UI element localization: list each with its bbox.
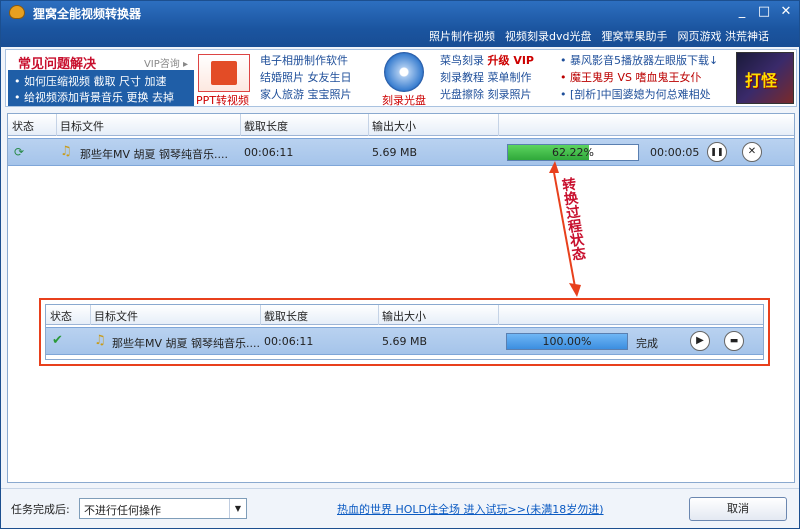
done-file-name: 那些年MV 胡夏 钢琴纯音乐.... bbox=[112, 337, 260, 350]
news-link-2[interactable]: • 魔王鬼男 VS 嗜血鬼王女仆 bbox=[560, 69, 718, 86]
burn-upgrade-link[interactable]: 升级 VIP bbox=[488, 54, 535, 67]
col-duration: 截取长度 bbox=[264, 310, 308, 323]
done-progress-text: 100.00% bbox=[542, 335, 592, 348]
play-button[interactable]: ▶ bbox=[690, 331, 710, 351]
task-progress-text: 62.22% bbox=[552, 146, 594, 159]
close-button[interactable]: ✕ bbox=[775, 3, 797, 21]
ppt-to-video-link[interactable]: PPT转视频 bbox=[196, 92, 249, 108]
burn-links: 菜鸟刻录 升级 VIP 刻录教程 菜单制作 光盘擦除 刻录照片 bbox=[440, 52, 534, 103]
photo-link-3[interactable]: 家人旅游 宝宝照片 bbox=[260, 86, 352, 103]
burn-link-beginner[interactable]: 菜鸟刻录 bbox=[440, 54, 484, 67]
chevron-down-icon[interactable]: ▼ bbox=[229, 499, 246, 518]
task-output-size: 5.69 MB bbox=[372, 146, 418, 159]
done-duration: 00:06:11 bbox=[264, 335, 314, 348]
col-output-size: 输出大小 bbox=[382, 310, 426, 323]
open-folder-button[interactable]: ▬ bbox=[724, 331, 744, 351]
burn-link-tutorial[interactable]: 刻录教程 菜单制作 bbox=[440, 69, 534, 86]
music-file-icon: ♫ bbox=[60, 144, 72, 159]
burn-link-erase[interactable]: 光盘擦除 刻录照片 bbox=[440, 86, 534, 103]
minimize-button[interactable]: _ bbox=[731, 3, 753, 21]
after-task-label: 任务完成后: bbox=[11, 503, 70, 516]
converting-status-icon: ⟳ bbox=[14, 145, 25, 159]
col-status: 状态 bbox=[50, 310, 72, 323]
bottom-bar: 任务完成后: 不进行任何操作 ▼ 热血的世界 HOLD住全场 进入试玩>>(未满… bbox=[1, 488, 799, 528]
ad-banner: 常见问题解决 VIP咨询 ▸ • 如何压缩视频 截取 尺寸 加速 • 给视频添加… bbox=[5, 49, 797, 107]
ppt-icon[interactable] bbox=[198, 54, 250, 92]
photo-link-2[interactable]: 结婚照片 女友生日 bbox=[260, 69, 352, 86]
news-link-1[interactable]: • 暴风影音5播放器左眼版下载↓ bbox=[560, 52, 718, 69]
vip-consult-link[interactable]: VIP咨询 ▸ bbox=[144, 55, 188, 70]
task-progress-bar: 62.22% bbox=[507, 144, 639, 161]
task-duration: 00:06:11 bbox=[244, 146, 294, 159]
col-duration[interactable]: 截取长度 bbox=[244, 118, 288, 134]
after-task-value: 不进行任何操作 bbox=[84, 504, 161, 517]
faq-title: 常见问题解决 bbox=[18, 57, 97, 72]
nav-dvd-burn[interactable]: 视频刻录dvd光盘 bbox=[505, 28, 591, 44]
cancel-task-button[interactable]: ✕ bbox=[742, 142, 762, 162]
disc-icon[interactable] bbox=[384, 52, 424, 92]
window-title: 狸窝全能视频转换器 bbox=[33, 7, 142, 21]
completed-list-header: 状态 目标文件 截取长度 输出大小 bbox=[46, 305, 763, 325]
news-links: • 暴风影音5播放器左眼版下载↓ • 魔王鬼男 VS 嗜血鬼王女仆 • [剖析]… bbox=[560, 52, 718, 103]
nav-web-game[interactable]: 网页游戏 洪荒神话 bbox=[678, 28, 770, 44]
pause-button[interactable]: ❚❚ bbox=[707, 142, 727, 162]
task-row-converting[interactable]: ⟳ ♫ 那些年MV 胡夏 钢琴纯音乐.... 00:06:11 5.69 MB … bbox=[8, 138, 794, 166]
task-file-name: 那些年MV 胡夏 钢琴纯音乐.... bbox=[80, 148, 228, 161]
done-progress-bar: 100.00% bbox=[506, 333, 628, 350]
nav-apple-helper[interactable]: 狸窝苹果助手 bbox=[602, 28, 668, 44]
completed-task-list: 状态 目标文件 截取长度 输出大小 ✔ ♫ 那些年MV 胡夏 钢琴纯音乐....… bbox=[45, 304, 764, 360]
title-bar: 狸窝全能视频转换器 _ □ ✕ 照片制作视频 视频刻录dvd光盘 狸窝苹果助手 … bbox=[1, 1, 799, 47]
game-ad-image[interactable]: 打怪 bbox=[736, 52, 794, 104]
col-target-file: 目标文件 bbox=[94, 310, 138, 323]
app-window: 狸窝全能视频转换器 _ □ ✕ 照片制作视频 视频刻录dvd光盘 狸窝苹果助手 … bbox=[0, 0, 800, 529]
cancel-button[interactable]: 取消 bbox=[689, 497, 787, 521]
photo-link-1[interactable]: 电子相册制作软件 bbox=[260, 52, 352, 69]
col-status[interactable]: 状态 bbox=[12, 118, 34, 134]
game-ad-link[interactable]: 热血的世界 HOLD住全场 进入试玩>>(未满18岁勿进) bbox=[337, 501, 604, 517]
top-nav: 照片制作视频 视频刻录dvd光盘 狸窝苹果助手 网页游戏 洪荒神话 bbox=[429, 28, 769, 44]
done-output-size: 5.69 MB bbox=[382, 335, 428, 348]
faq-link-compress[interactable]: • 如何压缩视频 截取 尺寸 加速 bbox=[14, 73, 166, 89]
done-check-icon: ✔ bbox=[52, 333, 63, 348]
task-remaining-time: 00:00:05 bbox=[650, 146, 700, 159]
col-output-size[interactable]: 输出大小 bbox=[372, 118, 416, 134]
app-logo-icon bbox=[9, 5, 25, 19]
task-row-completed[interactable]: ✔ ♫ 那些年MV 胡夏 钢琴纯音乐.... 00:06:11 5.69 MB … bbox=[46, 327, 763, 355]
faq-panel: 常见问题解决 VIP咨询 ▸ • 如何压缩视频 截取 尺寸 加速 • 给视频添加… bbox=[8, 52, 194, 106]
task-list-header: 状态 目标文件 截取长度 输出大小 bbox=[8, 114, 794, 136]
game-ad-text: 打怪 bbox=[745, 71, 778, 90]
col-target-file[interactable]: 目标文件 bbox=[60, 118, 104, 134]
done-label: 完成 bbox=[636, 337, 658, 350]
burn-disc-link[interactable]: 刻录光盘 bbox=[382, 92, 426, 108]
photo-album-links: 电子相册制作软件 结婚照片 女友生日 家人旅游 宝宝照片 bbox=[260, 52, 352, 103]
highlight-box: 状态 目标文件 截取长度 输出大小 ✔ ♫ 那些年MV 胡夏 钢琴纯音乐....… bbox=[39, 298, 770, 366]
faq-link-music[interactable]: • 给视频添加背景音乐 更换 去掉 bbox=[14, 89, 174, 105]
maximize-button[interactable]: □ bbox=[753, 3, 775, 21]
nav-photo-video[interactable]: 照片制作视频 bbox=[429, 28, 495, 44]
news-link-3[interactable]: • [剖析]中国婆媳为何总难相处 bbox=[560, 86, 718, 103]
after-task-select[interactable]: 不进行任何操作 ▼ bbox=[79, 498, 247, 519]
music-file-icon: ♫ bbox=[94, 333, 106, 348]
